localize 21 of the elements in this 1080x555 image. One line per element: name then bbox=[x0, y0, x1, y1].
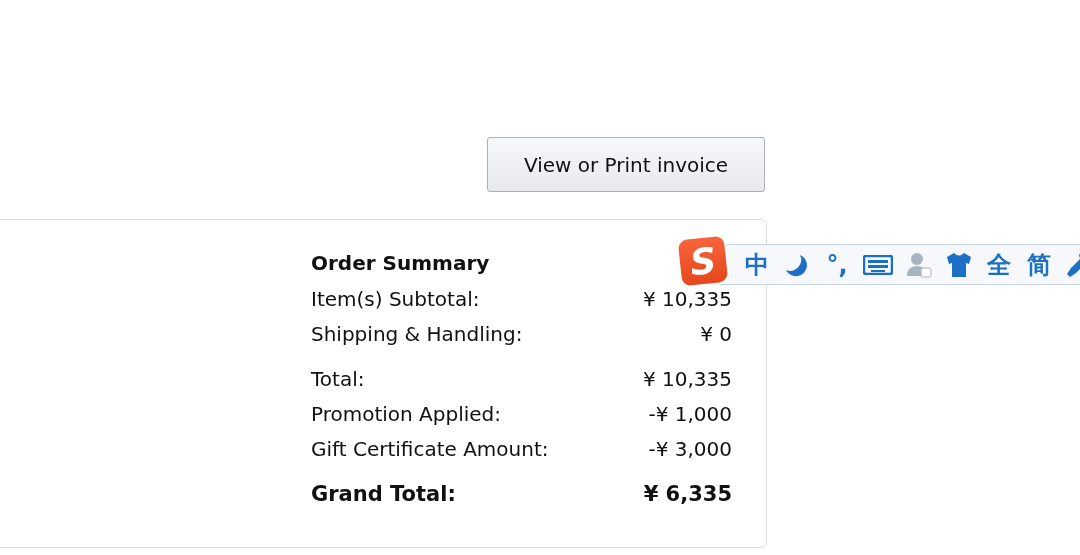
ime-logo[interactable]: S bbox=[677, 235, 729, 286]
summary-amount: -¥ 1,000 bbox=[648, 401, 732, 428]
summary-label: Gift Certificate Amount: bbox=[311, 436, 549, 463]
summary-amount: ¥ 6,335 bbox=[643, 481, 732, 508]
summary-amount: ¥ 10,335 bbox=[642, 366, 732, 393]
summary-label: Total: bbox=[311, 366, 365, 393]
ime-toggle[interactable]: 全 bbox=[985, 248, 1013, 281]
summary-label: Grand Total: bbox=[311, 481, 456, 508]
summary-label: Item(s) Subtotal: bbox=[311, 286, 480, 313]
ime-toggle[interactable]: °, bbox=[823, 250, 851, 279]
summary-amount: ¥ 10,335 bbox=[642, 286, 732, 313]
shirt-icon[interactable] bbox=[945, 251, 973, 278]
summary-label: Promotion Applied: bbox=[311, 401, 502, 428]
view-invoice-button[interactable]: View or Print invoice bbox=[487, 137, 765, 192]
summary-amount: -¥ 3,000 bbox=[648, 436, 732, 463]
keyboard-icon[interactable] bbox=[863, 254, 893, 275]
summary-title: Order Summary bbox=[311, 250, 490, 277]
ime-toggle[interactable]: 中 bbox=[743, 248, 771, 281]
ime-toggle[interactable]: 简 bbox=[1025, 248, 1053, 281]
summary-label: Shipping & Handling: bbox=[311, 321, 523, 348]
summary-amount: ¥ 0 bbox=[700, 321, 732, 348]
